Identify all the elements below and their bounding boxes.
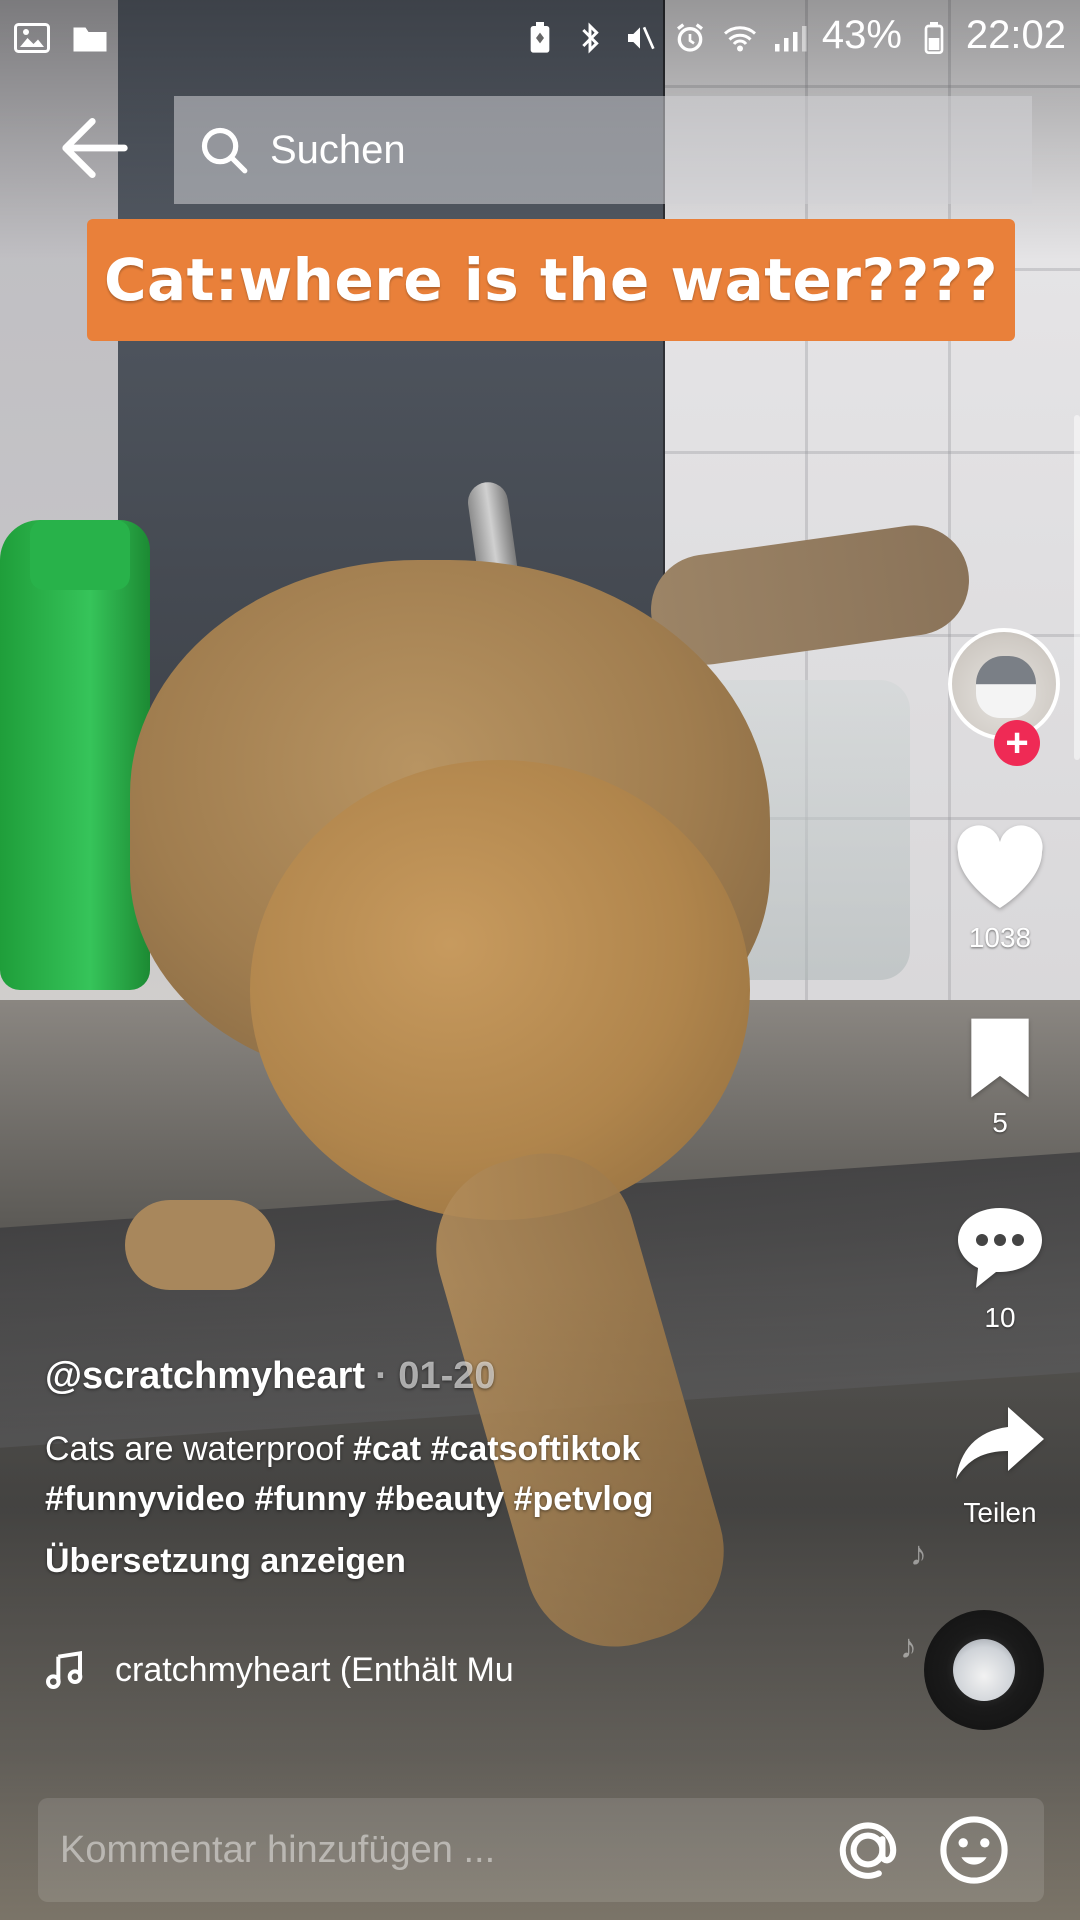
- hashtag[interactable]: #petvlog: [514, 1480, 654, 1518]
- comment-input[interactable]: Kommentar hinzufügen ...: [60, 1829, 832, 1872]
- post-text: Cats are waterproof: [45, 1430, 344, 1468]
- edge-panel-handle[interactable]: [1074, 415, 1080, 760]
- author-line: @scratchmyheart · 01-20: [45, 1355, 785, 1398]
- post-caption: Cats are waterproof #cat #catsoftiktok #…: [45, 1424, 785, 1524]
- share-label: Teilen: [963, 1497, 1037, 1528]
- hashtag[interactable]: #funnyvideo: [45, 1480, 245, 1518]
- battery-icon: [916, 19, 952, 54]
- post-description: @scratchmyheart · 01-20 Cats are waterpr…: [45, 1355, 785, 1581]
- battery-percent: 43%: [821, 12, 902, 57]
- music-note-icon: ♪: [900, 1628, 917, 1666]
- hashtag[interactable]: #cat: [353, 1430, 421, 1468]
- bluetooth-icon: [572, 19, 608, 54]
- back-arrow-icon: [62, 118, 128, 178]
- emoji-button[interactable]: [938, 1814, 1010, 1886]
- post-date: · 01-20: [375, 1355, 496, 1397]
- emoji-icon: [940, 1816, 1008, 1884]
- clock: 22:02: [965, 12, 1066, 57]
- share-button[interactable]: Teilen: [940, 1395, 1060, 1529]
- author-username[interactable]: @scratchmyheart: [45, 1355, 365, 1398]
- share-arrow-icon: [956, 1407, 1044, 1479]
- translate-button[interactable]: Übersetzung anzeigen: [45, 1542, 785, 1581]
- avatar-cat-image: [976, 656, 1036, 718]
- music-title: cratchmyheart (Enthält Mu: [115, 1650, 514, 1689]
- hashtag[interactable]: #funny: [255, 1480, 366, 1518]
- hashtag[interactable]: #catsoftiktok: [431, 1430, 641, 1468]
- back-button[interactable]: [55, 108, 135, 188]
- battery-saver-icon: [522, 19, 558, 53]
- music-disc-cover: [953, 1639, 1015, 1701]
- mute-icon: [622, 19, 658, 51]
- heart-icon: [957, 825, 1043, 908]
- comment-count: 10: [984, 1302, 1016, 1333]
- music-note-icon: [45, 1651, 83, 1690]
- signal-icon: [772, 19, 808, 52]
- follow-button[interactable]: +: [994, 720, 1040, 766]
- like-button[interactable]: 1038: [940, 820, 1060, 954]
- folder-icon: [72, 19, 108, 52]
- video-bottle-cap: [30, 520, 130, 590]
- music-note-icon: ♪: [910, 1535, 927, 1573]
- alarm-icon: [672, 19, 708, 52]
- mention-button[interactable]: [832, 1814, 904, 1886]
- bookmark-button[interactable]: 5: [940, 1015, 1060, 1139]
- bookmark-count: 5: [992, 1107, 1008, 1138]
- video-detergent-bottle: [0, 520, 150, 990]
- comment-icon: [958, 1208, 1042, 1288]
- hashtag[interactable]: #beauty: [376, 1480, 505, 1518]
- search-icon: [201, 127, 248, 174]
- comment-bar: Kommentar hinzufügen ...: [38, 1798, 1044, 1902]
- gallery-icon: [14, 19, 50, 53]
- video-cat-paw: [125, 1200, 275, 1290]
- like-count: 1038: [968, 922, 1032, 953]
- music-info[interactable]: cratchmyheart (Enthält Mu: [45, 1650, 655, 1690]
- video-caption-overlay: Cat:where is the water????: [87, 219, 1015, 341]
- bookmark-icon: [971, 1018, 1029, 1098]
- search-input[interactable]: Suchen: [174, 96, 1032, 204]
- search-placeholder: Suchen: [270, 127, 406, 172]
- at-sign-icon: [839, 1822, 897, 1879]
- status-bar: 43% 22:02: [0, 0, 1080, 70]
- music-disc-button[interactable]: [924, 1610, 1044, 1730]
- comment-button[interactable]: 10: [940, 1200, 1060, 1334]
- wifi-icon: [722, 19, 758, 52]
- video-cat-head: [250, 760, 750, 1220]
